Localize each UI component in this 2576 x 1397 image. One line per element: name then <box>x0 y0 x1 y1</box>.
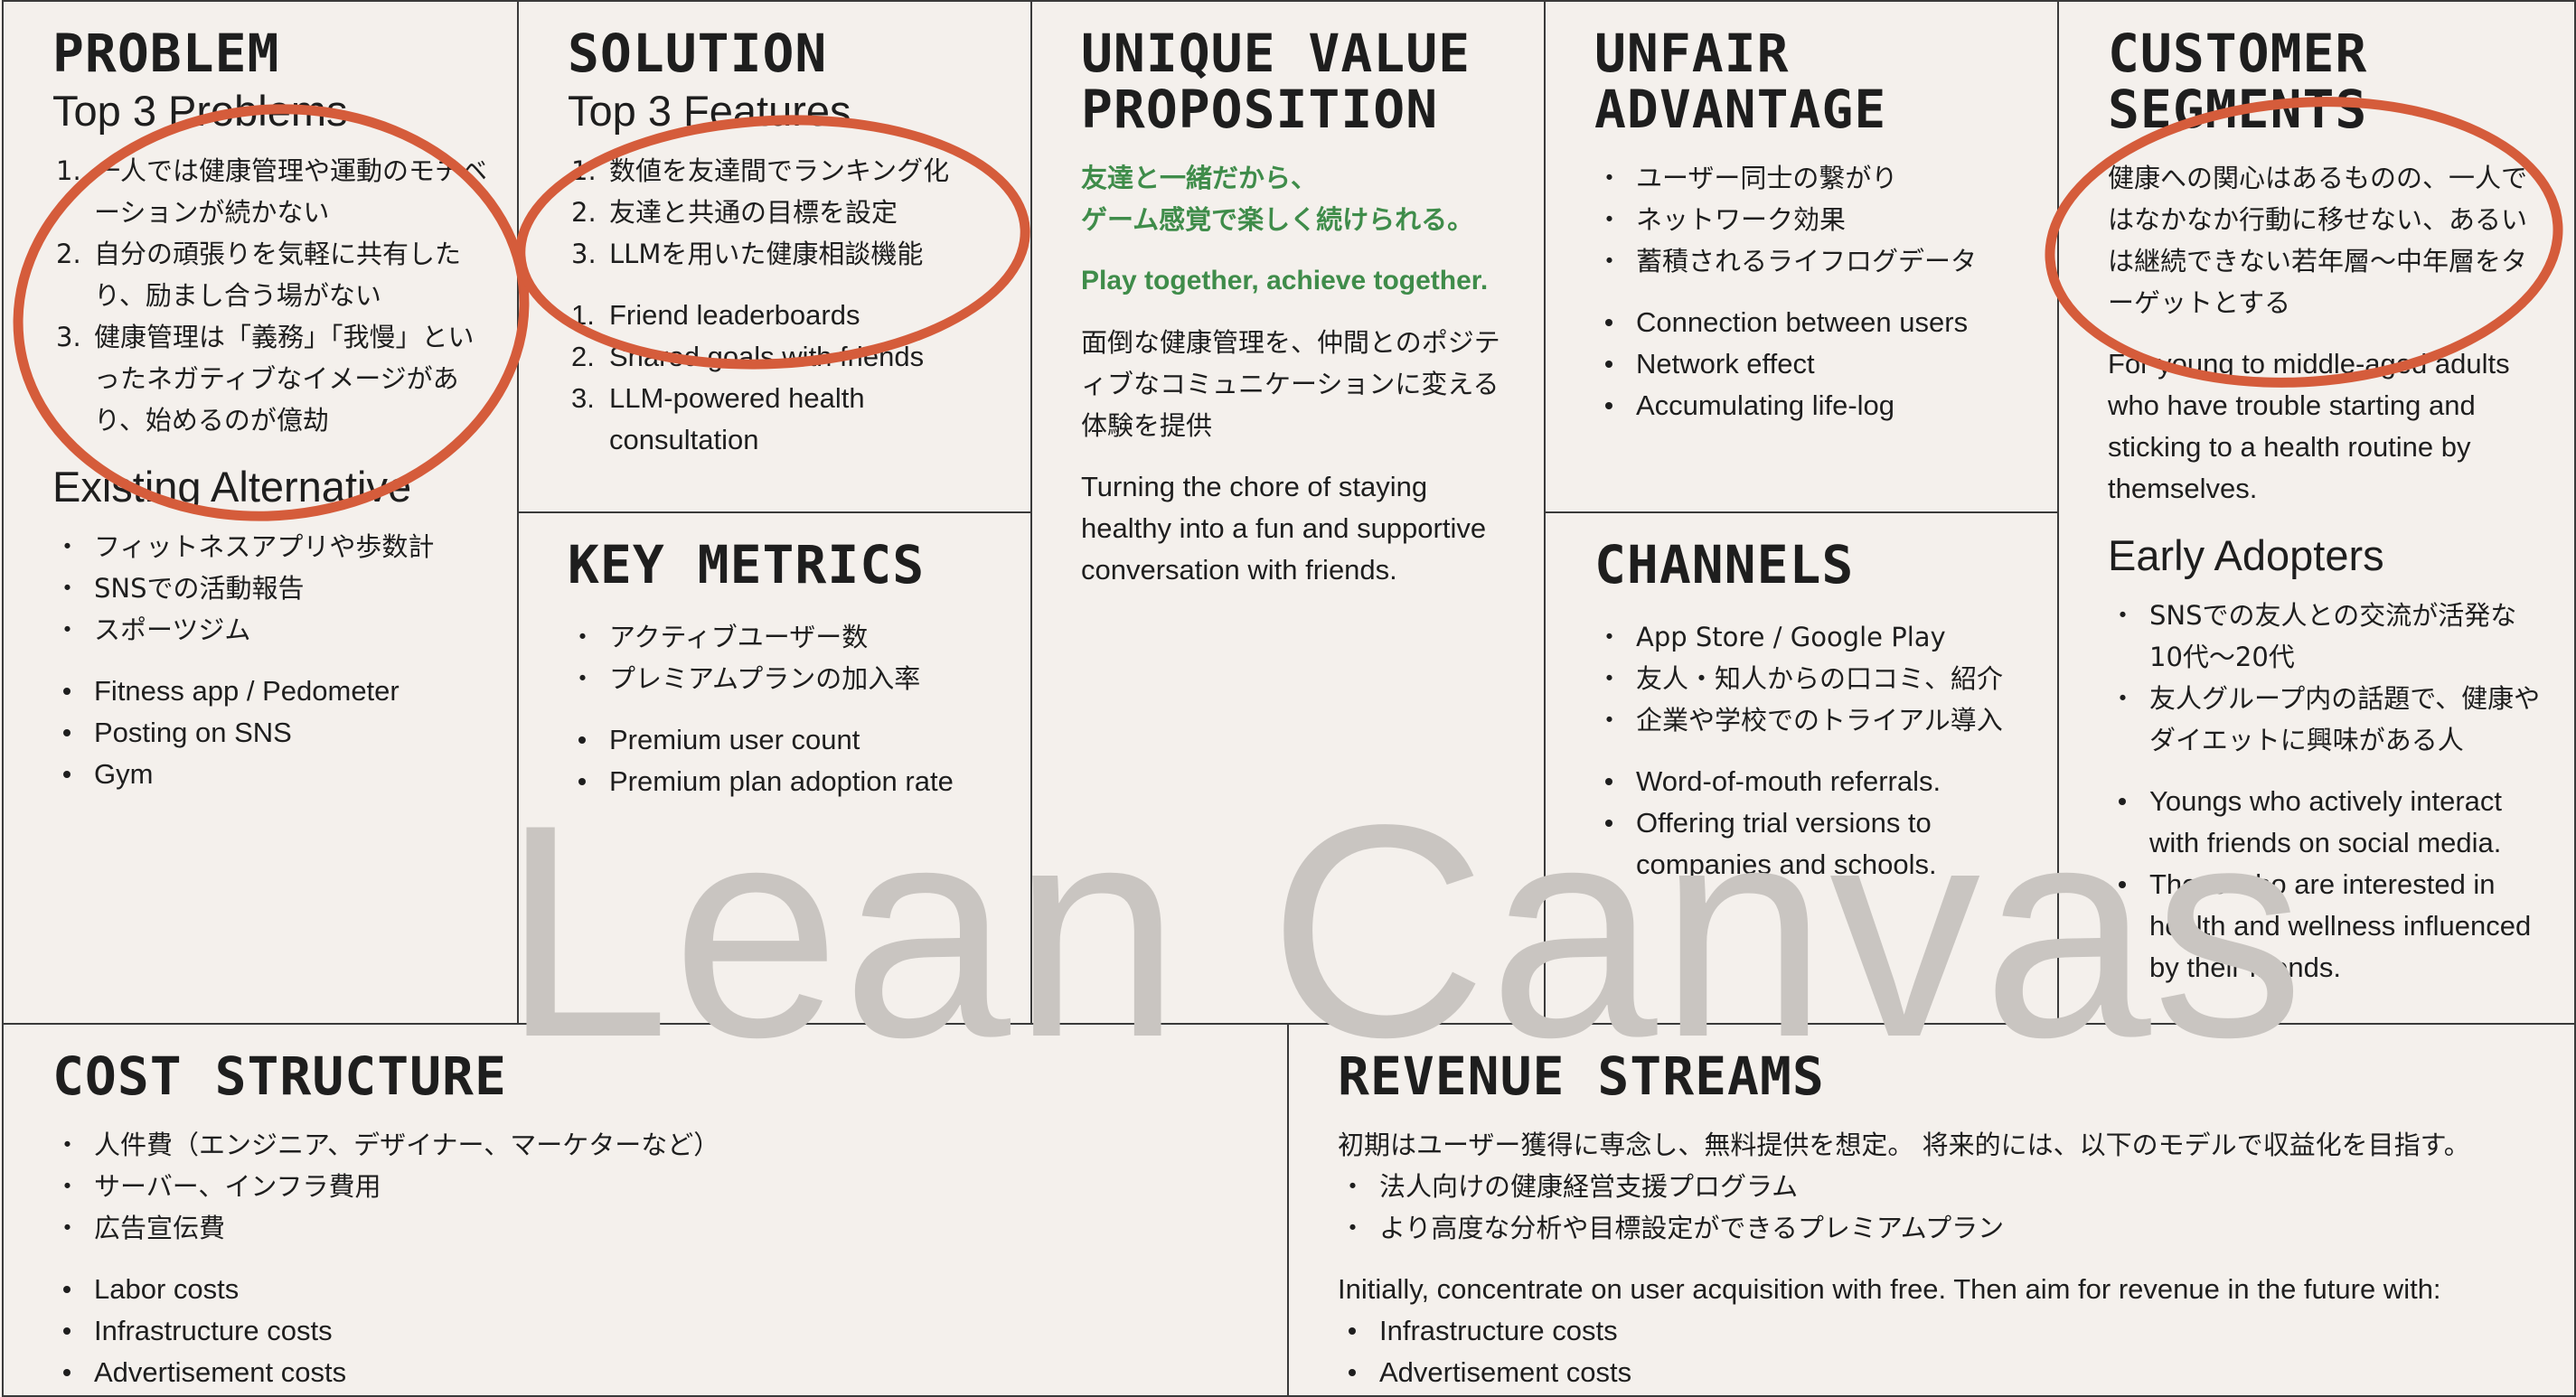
problem-title: PROBLEM <box>52 23 280 84</box>
alternative-item: Posting on SNS <box>52 712 490 754</box>
cost-item: Advertisement costs <box>52 1352 1260 1393</box>
alternative-item: SNSでの活動報告 <box>52 567 490 609</box>
customer-segments-description-jp: 健康への関心はあるものの、一人ではなかなか行動に移せない、あるいは継続できない若… <box>2108 163 2528 318</box>
problem-item: 自分の頑張りを気軽に共有したり、励まし合う場がない <box>52 233 490 316</box>
solution-subhead: Top 3 Features <box>568 87 851 135</box>
customer-segments-title: CUSTOMER SEGMENTS <box>2108 23 2368 140</box>
solution-item: LLMを用いた健康相談機能 <box>568 233 1003 275</box>
unfair-advantage-list-jp: ユーザー同士の繋がり ネットワーク効果 蓄積されるライフログデータ <box>1594 157 2030 282</box>
advantage-item: 蓄積されるライフログデータ <box>1594 240 2030 282</box>
uvp-tagline-jp: 友達と一緒だから、 ゲーム感覚で楽しく続けられる。 <box>1081 163 1474 235</box>
cost-item: Infrastructure costs <box>52 1310 1260 1352</box>
channel-item: Offering trial versions to companies and… <box>1594 802 2030 886</box>
problem-item: 健康管理は「義務」「我慢」といったネガティブなイメージがあり、始めるのが億劫 <box>52 316 490 441</box>
key-metrics-list-en: Premium user count Premium plan adoption… <box>568 719 1003 802</box>
channels-cell: CHANNELS App Store / Google Play 友人・知人から… <box>1544 511 2059 1025</box>
advantage-item: ユーザー同士の繋がり <box>1594 157 2030 199</box>
channel-item: App Store / Google Play <box>1594 616 2030 658</box>
unfair-advantage-cell: UNFAIR ADVANTAGE ユーザー同士の繋がり ネットワーク効果 蓄積さ… <box>1544 0 2059 513</box>
uvp-title: UNIQUE VALUE PROPOSITION <box>1081 23 1471 140</box>
customer-segments-cell: CUSTOMER SEGMENTS 健康への関心はあるものの、一人ではなかなか行… <box>2057 0 2576 1025</box>
cost-item: 広告宣伝費 <box>52 1207 1260 1249</box>
alternative-item: フィットネスアプリや歩数計 <box>52 526 490 567</box>
solution-title: SOLUTION <box>568 23 828 84</box>
channel-item: Word-of-mouth referrals. <box>1594 761 2030 802</box>
problem-subhead: Top 3 Problems <box>52 87 348 135</box>
revenue-list-en: Infrastructure costs Advertisement costs <box>1338 1310 2547 1393</box>
channels-list-jp: App Store / Google Play 友人・知人からの口コミ、紹介 企… <box>1594 616 2030 741</box>
early-adopter-item: 友人グループ内の話題で、健康やダイエットに興味がある人 <box>2108 678 2547 761</box>
key-metrics-title: KEY METRICS <box>568 534 926 595</box>
uvp-cell: UNIQUE VALUE PROPOSITION 友達と一緒だから、 ゲーム感覚… <box>1030 0 1546 1025</box>
advantage-item: Connection between users <box>1594 302 2030 343</box>
early-adopter-item: Those who are interested in health and w… <box>2108 864 2547 989</box>
key-metrics-cell: KEY METRICS アクティブユーザー数 プレミアムプランの加入率 Prem… <box>517 511 1032 1025</box>
solution-item: 数値を友達間でランキング化 <box>568 150 1003 192</box>
revenue-intro-jp: 初期はユーザー獲得に専念し、無料提供を想定。 将来的には、以下のモデルで収益化を… <box>1338 1130 2470 1160</box>
solution-item: 友達と共通の目標を設定 <box>568 192 1003 233</box>
advantage-item: Network effect <box>1594 343 2030 385</box>
revenue-list-jp: 法人向けの健康経営支援プログラム より高度な分析や目標設定ができるプレミアムプラ… <box>1338 1166 2547 1249</box>
problem-list: 一人では健康管理や運動のモチベーションが続かない 自分の頑張りを気軽に共有したり… <box>52 150 490 441</box>
solution-item: LLM-powered health consultation <box>568 378 1003 461</box>
alternative-list-en: Fitness app / Pedometer Posting on SNS G… <box>52 670 490 795</box>
unfair-advantage-list-en: Connection between users Network effect … <box>1594 302 2030 427</box>
alternative-item: Gym <box>52 754 490 795</box>
cost-item: 人件費（エンジニア、デザイナー、マーケターなど） <box>52 1124 1260 1166</box>
revenue-item: Infrastructure costs <box>1338 1310 2547 1352</box>
customer-segments-description-en: For young to middle-aged adults who have… <box>2108 348 2510 504</box>
revenue-intro-en: Initially, concentrate on user acquisiti… <box>1338 1273 2441 1305</box>
uvp-description-jp: 面倒な健康管理を、仲間とのポジティブなコミュニケーションに変える体験を提供 <box>1081 327 1500 441</box>
metric-item: プレミアムプランの加入率 <box>568 658 1003 699</box>
early-adopters-list-jp: SNSでの友人との交流が活発な10代〜20代 友人グループ内の話題で、健康やダイ… <box>2108 595 2547 761</box>
cost-structure-title: COST STRUCTURE <box>52 1045 507 1107</box>
solution-item: Friend leaderboards <box>568 295 1003 336</box>
uvp-tagline-en: Play together, achieve together. <box>1081 266 1489 295</box>
channels-list-en: Word-of-mouth referrals. Offering trial … <box>1594 761 2030 886</box>
early-adopters-subhead: Early Adopters <box>2108 531 2384 579</box>
problem-cell: PROBLEM Top 3 Problems 一人では健康管理や運動のモチベーシ… <box>2 0 519 1025</box>
revenue-streams-title: REVENUE STREAMS <box>1338 1045 1825 1107</box>
revenue-item: 法人向けの健康経営支援プログラム <box>1338 1166 2547 1207</box>
cost-list-en: Labor costs Infrastructure costs Adverti… <box>52 1269 1260 1393</box>
channel-item: 企業や学校でのトライアル導入 <box>1594 699 2030 741</box>
early-adopters-list-en: Youngs who actively interact with friend… <box>2108 781 2547 989</box>
key-metrics-list-jp: アクティブユーザー数 プレミアムプランの加入率 <box>568 616 1003 699</box>
cost-structure-cell: COST STRUCTURE 人件費（エンジニア、デザイナー、マーケターなど） … <box>2 1023 1289 1397</box>
alternative-item: スポーツジム <box>52 609 490 651</box>
solution-list-jp: 数値を友達間でランキング化 友達と共通の目標を設定 LLMを用いた健康相談機能 <box>568 150 1003 275</box>
advantage-item: Accumulating life-log <box>1594 385 2030 427</box>
alternative-item: Fitness app / Pedometer <box>52 670 490 712</box>
revenue-streams-cell: REVENUE STREAMS 初期はユーザー獲得に専念し、無料提供を想定。 将… <box>1287 1023 2576 1397</box>
channels-title: CHANNELS <box>1594 534 1855 595</box>
solution-cell: SOLUTION Top 3 Features 数値を友達間でランキング化 友達… <box>517 0 1032 513</box>
revenue-item: Advertisement costs <box>1338 1352 2547 1393</box>
metric-item: Premium user count <box>568 719 1003 761</box>
revenue-item: より高度な分析や目標設定ができるプレミアムプラン <box>1338 1207 2547 1249</box>
early-adopter-item: SNSでの友人との交流が活発な10代〜20代 <box>2108 595 2547 678</box>
uvp-description-en: Turning the chore of staying healthy int… <box>1081 471 1487 586</box>
cost-item: Labor costs <box>52 1269 1260 1310</box>
early-adopter-item: Youngs who actively interact with friend… <box>2108 781 2547 864</box>
metric-item: アクティブユーザー数 <box>568 616 1003 658</box>
cost-list-jp: 人件費（エンジニア、デザイナー、マーケターなど） サーバー、インフラ費用 広告宣… <box>52 1124 1260 1249</box>
solution-item: Shared goals with friends <box>568 336 1003 378</box>
existing-alternative-subhead: Existing Alternative <box>52 463 412 511</box>
cost-item: サーバー、インフラ費用 <box>52 1166 1260 1207</box>
metric-item: Premium plan adoption rate <box>568 761 1003 802</box>
advantage-item: ネットワーク効果 <box>1594 199 2030 240</box>
problem-item: 一人では健康管理や運動のモチベーションが続かない <box>52 150 490 233</box>
unfair-advantage-title: UNFAIR ADVANTAGE <box>1594 23 1887 140</box>
channel-item: 友人・知人からの口コミ、紹介 <box>1594 658 2030 699</box>
alternative-list-jp: フィットネスアプリや歩数計 SNSでの活動報告 スポーツジム <box>52 526 490 651</box>
solution-list-en: Friend leaderboards Shared goals with fr… <box>568 295 1003 461</box>
